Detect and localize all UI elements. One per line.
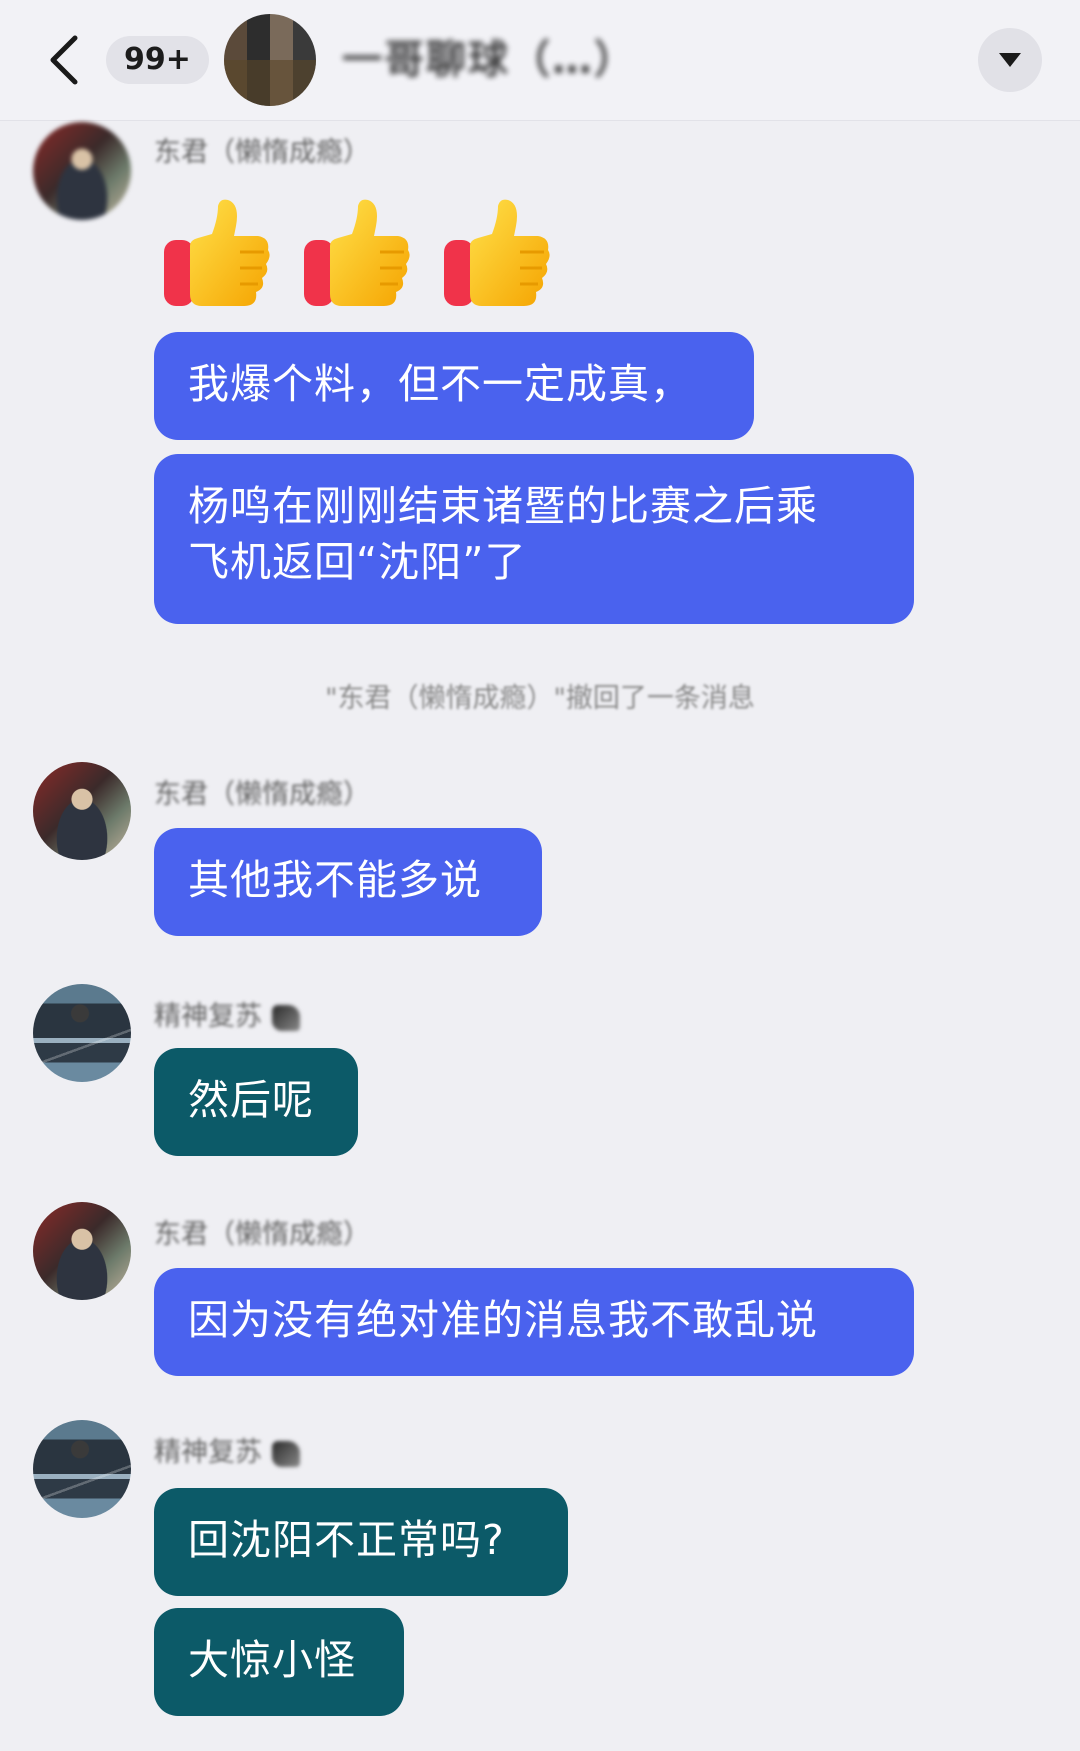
message-line: 飞机返回“沈阳”了 — [188, 538, 527, 586]
message-bubble[interactable]: 杨鸣在刚刚结束诸暨的比赛之后乘 飞机返回“沈阳”了 — [154, 454, 914, 624]
thumbs-up-icon — [444, 199, 550, 306]
message-bubble[interactable]: 我爆个料，但不一定成真， — [154, 332, 754, 440]
message-line: 杨鸣在刚刚结束诸暨的比赛之后乘 — [188, 482, 818, 530]
sender-avatar[interactable] — [33, 1202, 131, 1300]
thumbs-up-icon — [304, 199, 410, 306]
sender-avatar[interactable] — [33, 762, 131, 860]
sender-avatar[interactable] — [33, 1420, 131, 1518]
chat-header: 99+ 一哥聊球（…） — [0, 0, 1080, 121]
chevron-left-icon — [50, 35, 78, 85]
emoji-message[interactable] — [160, 196, 554, 312]
sender-name: 精神复苏 — [154, 1430, 300, 1469]
message-bubble[interactable]: 大惊小怪 — [154, 1608, 404, 1716]
message-bubble[interactable]: 因为没有绝对准的消息我不敢乱说 — [154, 1268, 914, 1376]
sender-name: 东君（懒惰成瘾） — [154, 137, 370, 168]
badge-icon — [272, 1004, 300, 1031]
group-title[interactable]: 一哥聊球（…） — [342, 34, 636, 86]
message-bubble[interactable]: 然后呢 — [154, 1048, 358, 1156]
sender-avatar[interactable] — [33, 122, 131, 220]
sender-name: 东君（懒惰成瘾） — [154, 779, 370, 810]
group-avatar[interactable] — [224, 14, 316, 106]
sender-name: 东君（懒惰成瘾） — [154, 1219, 370, 1250]
thumbs-up-icon — [164, 199, 270, 306]
chat-menu-button[interactable] — [978, 28, 1042, 92]
back-button[interactable] — [40, 28, 90, 92]
recall-notice: "东君（懒惰成瘾）"撤回了一条消息 — [325, 683, 755, 714]
unread-count-badge[interactable]: 99+ — [106, 36, 209, 84]
message-bubble[interactable]: 回沈阳不正常吗? — [154, 1488, 568, 1596]
sender-name: 精神复苏 — [154, 994, 300, 1033]
sender-avatar[interactable] — [33, 984, 131, 1082]
message-bubble[interactable]: 其他我不能多说 — [154, 828, 542, 936]
badge-icon — [272, 1440, 300, 1467]
triangle-down-icon — [999, 53, 1021, 67]
